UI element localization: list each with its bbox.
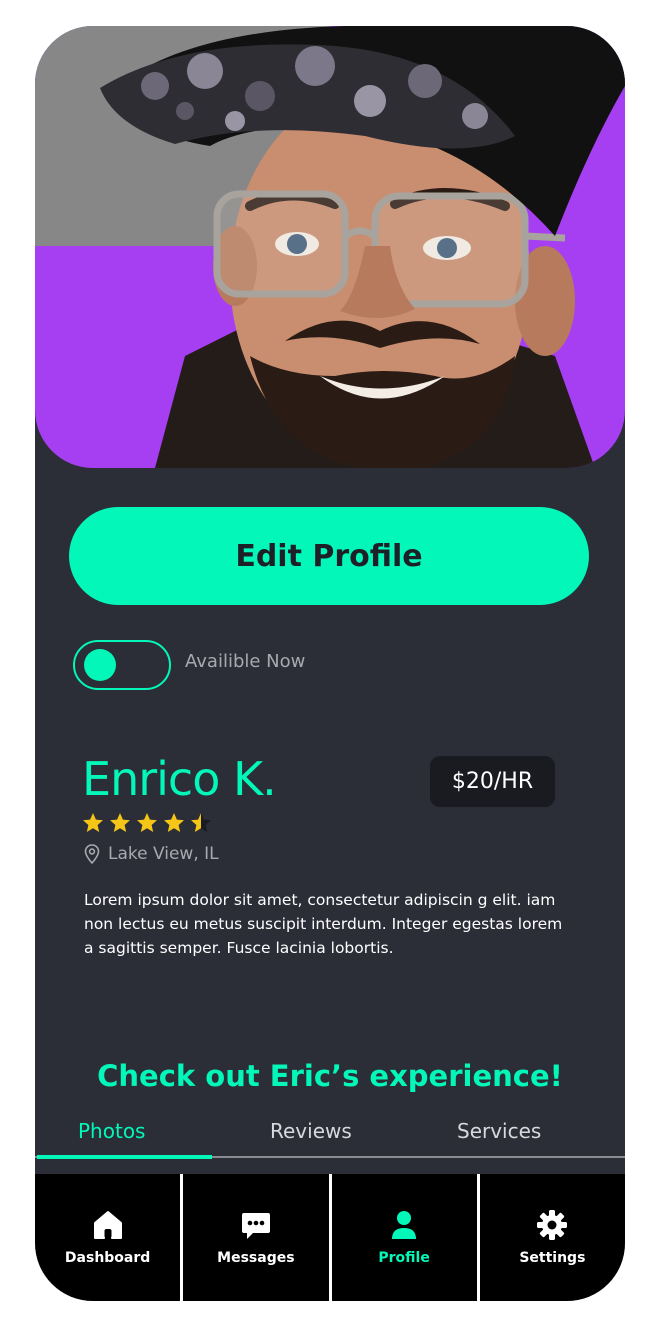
nav-label: Settings <box>519 1250 586 1266</box>
tab-services[interactable]: Services <box>457 1119 541 1143</box>
profile-name: Enrico K. <box>82 752 277 806</box>
profile-photo <box>100 26 625 468</box>
tab-reviews[interactable]: Reviews <box>270 1119 352 1143</box>
nav-settings[interactable]: Settings <box>479 1174 625 1301</box>
user-icon <box>392 1211 417 1239</box>
star-icon <box>137 813 157 832</box>
gear-icon <box>537 1210 568 1240</box>
star-icon <box>110 813 130 832</box>
hourly-rate-badge: $20/HR <box>430 756 555 807</box>
map-pin-icon <box>84 844 100 864</box>
experience-tabs: Photos Reviews Services <box>35 1119 625 1159</box>
availability-toggle[interactable] <box>73 640 171 690</box>
nav-dashboard[interactable]: Dashboard <box>35 1174 181 1301</box>
toggle-knob <box>84 649 116 681</box>
profile-hero <box>35 26 625 468</box>
star-icon <box>164 813 184 832</box>
home-icon <box>93 1211 122 1239</box>
bottom-navigation: Dashboard Messages Profile Settings <box>35 1174 625 1301</box>
active-tab-indicator <box>37 1155 212 1159</box>
location-text: Lake View, IL <box>108 844 219 864</box>
star-icon <box>83 813 103 832</box>
half-star-icon <box>191 813 211 832</box>
edit-profile-button[interactable]: Edit Profile <box>69 507 589 605</box>
experience-heading: Check out Eric’s experience! <box>97 1059 563 1093</box>
profile-location: Lake View, IL <box>84 844 219 864</box>
rating-stars <box>81 811 213 835</box>
nav-label: Dashboard <box>64 1250 151 1266</box>
chat-bubble-icon <box>241 1213 270 1239</box>
nav-messages[interactable]: Messages <box>183 1174 329 1301</box>
nav-label: Messages <box>217 1250 295 1266</box>
nav-profile[interactable]: Profile <box>331 1174 477 1301</box>
profile-bio: Lorem ipsum dolor sit amet, consectetur … <box>84 891 563 957</box>
tab-photos[interactable]: Photos <box>78 1119 145 1143</box>
availability-label: Availible Now <box>185 651 306 672</box>
nav-label: Profile <box>378 1250 430 1266</box>
phone-screen: Edit Profile Availible Now Enrico K. $20… <box>35 26 625 1301</box>
